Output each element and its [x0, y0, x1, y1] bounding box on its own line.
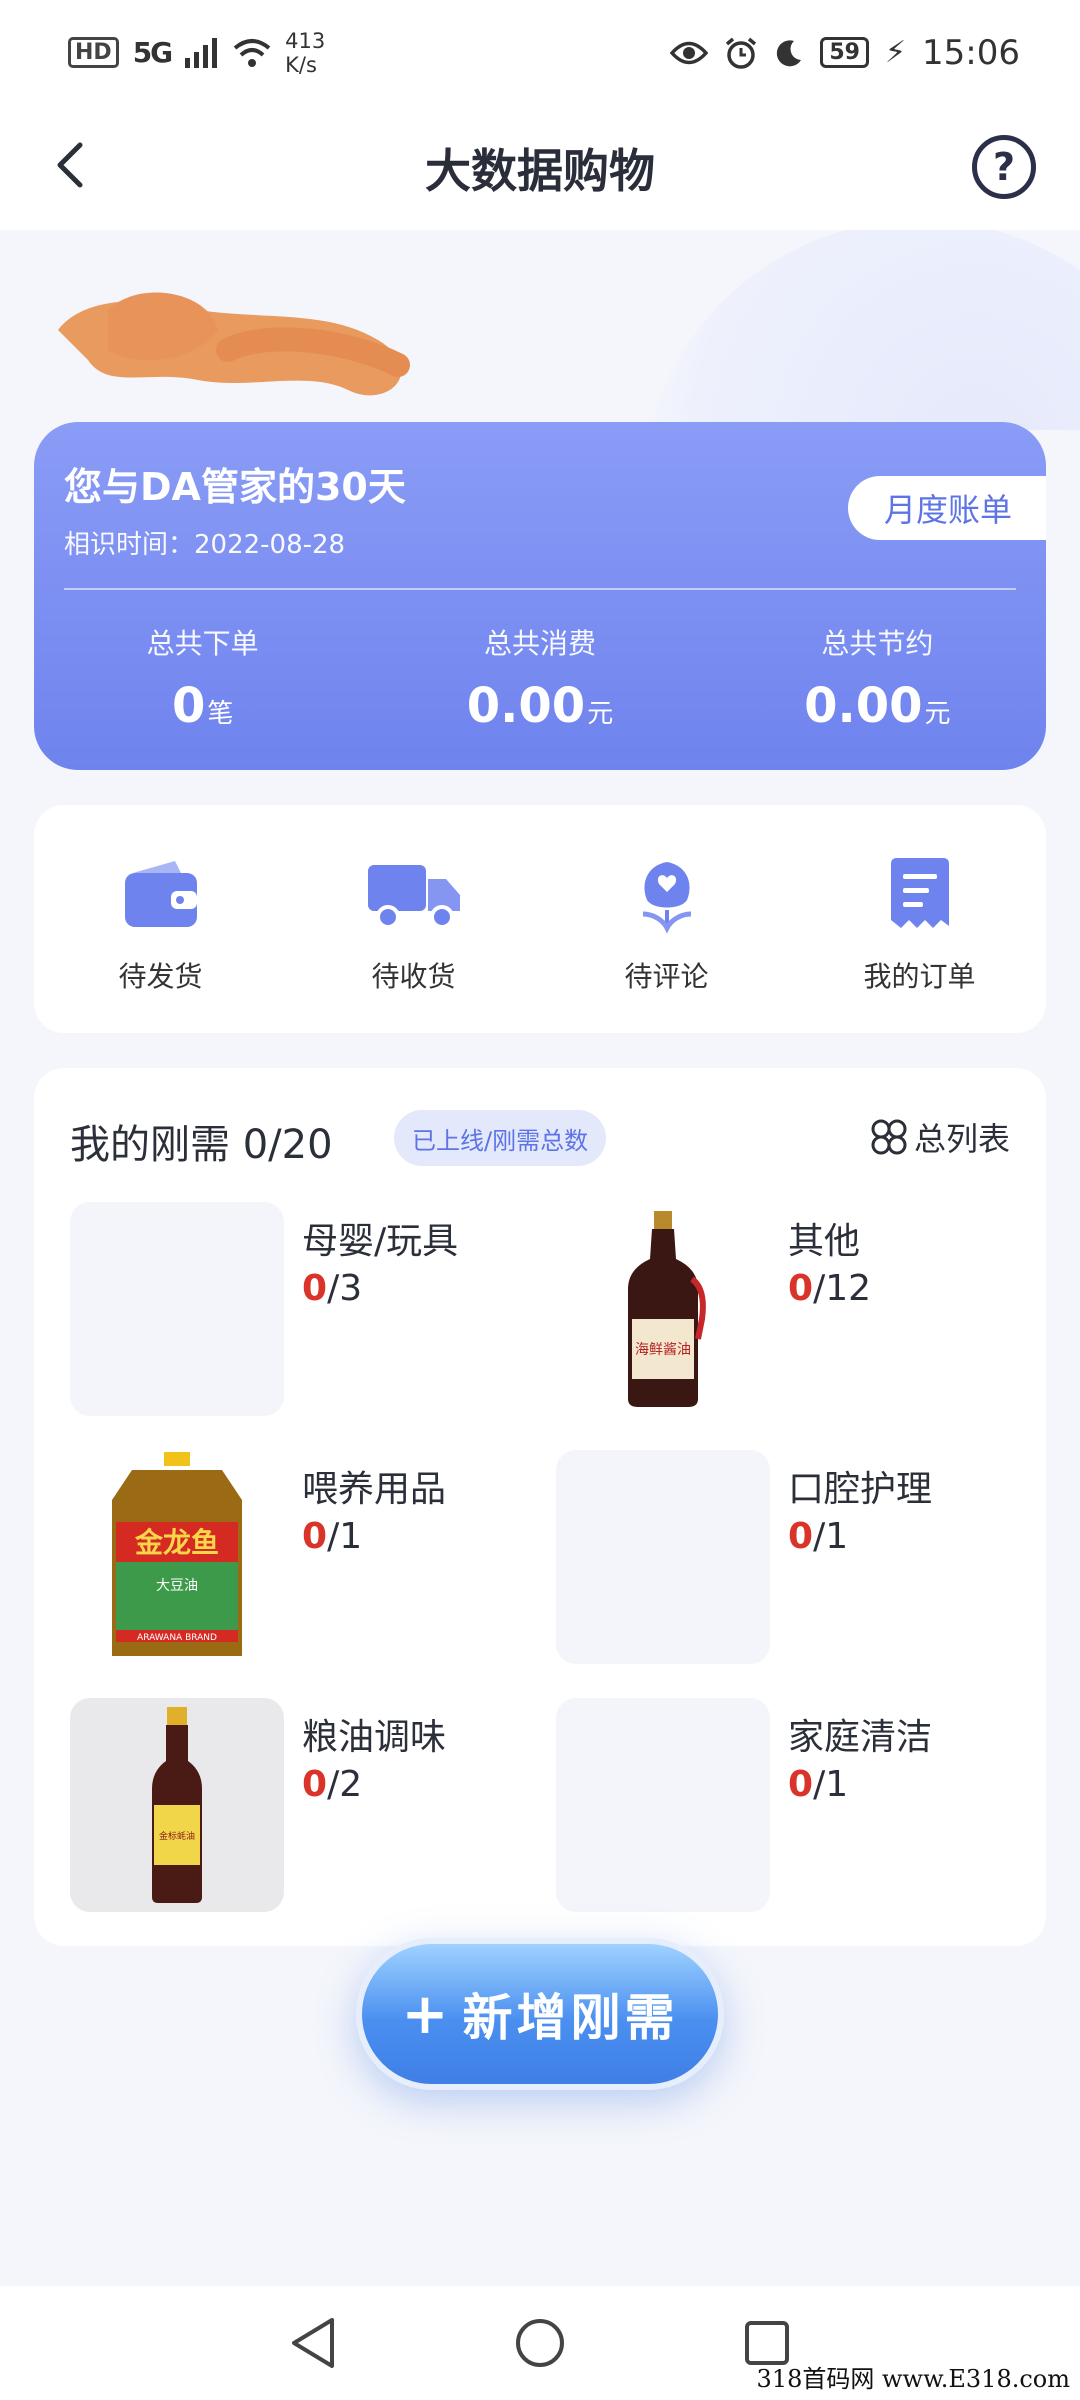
need-progress: 0/1: [788, 1516, 849, 1557]
wallet-icon: [124, 861, 197, 927]
eye-icon: [670, 41, 709, 64]
stats-card: 您与DA管家的30天 相识时间：2022-08-28 月度账单 总共下单 0笔 …: [34, 422, 1046, 770]
profile-area: [0, 230, 1080, 430]
svg-text:ARAWANA BRAND: ARAWANA BRAND: [137, 1633, 217, 1643]
empty-thumbnail: [556, 1698, 770, 1912]
moon-icon: [777, 39, 802, 66]
my-needs-card: 我的刚需 0/20 已上线/刚需总数 总列表 母婴/玩具 0/3 海鲜酱油 其他…: [34, 1068, 1046, 1946]
add-need-button[interactable]: + 新增刚需: [356, 1938, 724, 2090]
svg-text:海鲜酱油: 海鲜酱油: [635, 1342, 691, 1358]
help-button[interactable]: ?: [972, 135, 1036, 199]
battery-indicator: 59: [820, 37, 869, 68]
order-pending-shipment[interactable]: 待发货: [34, 805, 287, 1033]
clover-grid-icon: [871, 1119, 907, 1155]
empty-thumbnail: [556, 1450, 770, 1664]
need-progress: 0/12: [788, 1268, 871, 1309]
order-pending-receipt[interactable]: 待收货: [287, 805, 540, 1033]
stat-total-spent: 总共消费 0.00元: [466, 627, 614, 734]
chevron-left-icon: [57, 142, 83, 188]
oyster-sauce-bottle-image: 金标蚝油: [70, 1698, 284, 1912]
alarm-icon: [726, 37, 757, 69]
svg-text:金标蚝油: 金标蚝油: [159, 1830, 195, 1842]
full-list-link[interactable]: 总列表: [870, 1114, 1010, 1160]
empty-thumbnail: [70, 1202, 284, 1416]
watermark: 318首码网 www.E318.com: [756, 2365, 1070, 2393]
divider: [64, 588, 1016, 590]
hd-indicator: HD: [68, 37, 119, 68]
order-pending-review[interactable]: 待评论: [540, 805, 793, 1033]
circle-home-icon: [515, 2319, 564, 2367]
soy-sauce-bottle-image: 海鲜酱油: [556, 1202, 770, 1416]
network-speed: 413 K/s: [285, 28, 326, 77]
wifi-icon: [233, 38, 271, 67]
monthly-bill-button[interactable]: 月度账单: [848, 476, 1046, 540]
need-progress: 0/2: [302, 1764, 363, 1805]
truck-icon: [367, 865, 460, 929]
page-title: 大数据购物: [425, 143, 655, 198]
decorative-circle: [640, 230, 1080, 430]
need-item-other[interactable]: 海鲜酱油 其他 0/12: [556, 1202, 1036, 1416]
order-shortcuts: 待发货 待收货 待评论 我的订单: [34, 805, 1046, 1033]
status-bar: HD 5G 413 K/s 59 ⚡ 15:06: [0, 0, 1080, 105]
order-my-orders[interactable]: 我的订单: [793, 805, 1046, 1033]
nav-back-button[interactable]: [278, 2308, 348, 2378]
app-header: 大数据购物 ?: [0, 105, 1080, 230]
acquaintance-date: 相识时间：2022-08-28: [64, 530, 346, 560]
charging-icon: ⚡: [884, 35, 907, 70]
svg-text:金龙鱼: 金龙鱼: [134, 1526, 219, 1559]
need-progress: 0/1: [302, 1516, 363, 1557]
order-list-icon: [890, 858, 949, 928]
cooking-oil-image: 金龙鱼 大豆油 ARAWANA BRAND: [70, 1450, 284, 1664]
nav-home-button[interactable]: [505, 2308, 575, 2378]
stat-total-orders: 总共下单 0笔: [146, 627, 259, 734]
flower-heart-icon: [642, 862, 691, 934]
need-item-home-cleaning[interactable]: 家庭清洁 0/1: [556, 1698, 1036, 1912]
need-item-baby-toys[interactable]: 母婴/玩具 0/3: [70, 1202, 550, 1416]
network-indicator: 5G: [132, 36, 173, 69]
back-button[interactable]: [44, 135, 104, 195]
clock: 15:06: [922, 32, 1020, 73]
triangle-back-icon: [292, 2318, 335, 2368]
stats-title: 您与DA管家的30天: [64, 465, 406, 509]
need-progress: 0/3: [302, 1268, 363, 1309]
stat-total-saved: 总共节约 0.00元: [804, 627, 951, 734]
need-item-grain-oil-seasoning[interactable]: 金标蚝油 粮油调味 0/2: [70, 1698, 550, 1912]
plus-icon: +: [401, 1981, 453, 2047]
need-item-oral-care[interactable]: 口腔护理 0/1: [556, 1450, 1036, 1664]
need-progress: 0/1: [788, 1764, 849, 1805]
svg-text:大豆油: 大豆油: [156, 1578, 198, 1594]
redacted-avatar-scribble: [58, 292, 410, 396]
needs-title: 我的刚需 0/20: [70, 1122, 333, 1168]
need-item-feeding[interactable]: 金龙鱼 大豆油 ARAWANA BRAND 喂养用品 0/1: [70, 1450, 550, 1664]
needs-tag: 已上线/刚需总数: [394, 1110, 607, 1166]
signal-icon: [185, 37, 218, 68]
